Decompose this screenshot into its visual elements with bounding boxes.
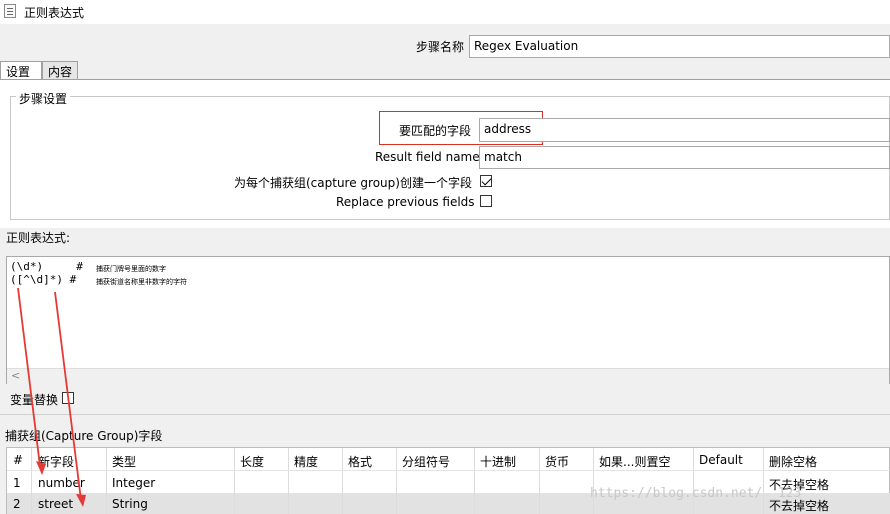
arrow-line-1 (17, 287, 41, 467)
annotation-arrows (17, 287, 86, 507)
arrow-head-1 (36, 461, 46, 475)
arrow-line-2 (54, 291, 82, 501)
arrow-head-2 (76, 494, 86, 507)
